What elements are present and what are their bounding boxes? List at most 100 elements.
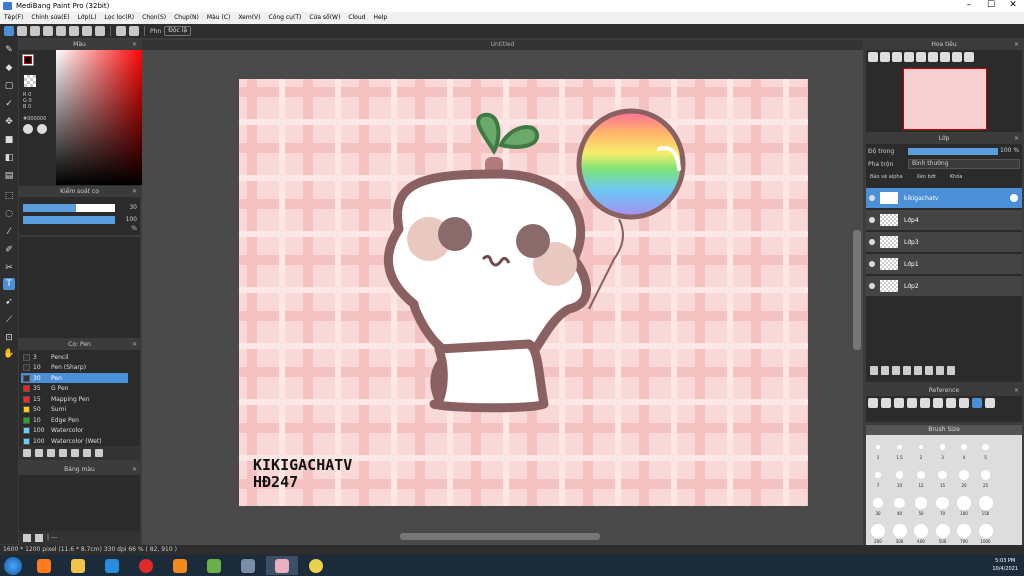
dot-tool-icon[interactable]: ▢ bbox=[3, 80, 15, 92]
new-halftone-layer-icon[interactable] bbox=[881, 365, 889, 375]
flip-icon[interactable] bbox=[952, 52, 962, 62]
brush-size-preset[interactable] bbox=[874, 471, 882, 479]
brush-size-preset[interactable] bbox=[876, 445, 880, 449]
layer-row[interactable]: Lớp3 bbox=[866, 232, 1022, 253]
brush-size-preset[interactable] bbox=[895, 471, 904, 479]
brush-size-slider[interactable] bbox=[23, 204, 115, 212]
palette-icon[interactable] bbox=[23, 124, 33, 134]
eyedropper-tool-icon[interactable]: ⟋ bbox=[3, 314, 15, 326]
brush-download-icon[interactable] bbox=[23, 449, 31, 457]
ref-open-icon[interactable] bbox=[881, 398, 891, 408]
brush-list-item[interactable]: 10 Edge Pen bbox=[21, 415, 128, 425]
maximize-icon[interactable]: ☐ bbox=[980, 0, 1002, 12]
select-tool-icon[interactable]: ⬚ bbox=[3, 190, 15, 202]
close-icon[interactable]: ✕ bbox=[1014, 40, 1019, 50]
brush-tool-icon[interactable]: ✎ bbox=[3, 44, 15, 56]
clipping-checkbox[interactable]: Xén bớt bbox=[917, 174, 936, 180]
open-icon[interactable] bbox=[30, 26, 40, 36]
menu-filter[interactable]: Lọc lọc(R) bbox=[100, 12, 138, 24]
blend-mode-select[interactable]: Bình thường bbox=[908, 159, 1020, 169]
brush-list-item[interactable]: 3 Pencil bbox=[21, 352, 128, 362]
transparent-color-swatch[interactable] bbox=[24, 75, 36, 87]
ruler-icon[interactable] bbox=[82, 26, 92, 36]
brush-size-preset[interactable] bbox=[978, 524, 993, 538]
layer-row[interactable]: kikigachatv bbox=[866, 188, 1022, 209]
lock-checkbox[interactable]: Khóa bbox=[950, 174, 963, 180]
eye-icon[interactable] bbox=[869, 239, 875, 245]
menu-window[interactable]: Cửa sổ(W) bbox=[305, 12, 344, 24]
brush-size-preset[interactable] bbox=[872, 497, 884, 509]
rotate-right-icon[interactable] bbox=[928, 52, 938, 62]
duplicate-layer-icon[interactable] bbox=[936, 365, 944, 375]
brush-size-preset[interactable] bbox=[980, 470, 991, 480]
close-icon[interactable]: ✕ bbox=[1014, 134, 1019, 144]
brush-size-preset[interactable] bbox=[918, 444, 924, 450]
select-eraser-icon[interactable]: ✂ bbox=[3, 262, 15, 274]
brush-size-preset[interactable] bbox=[894, 497, 905, 509]
close-icon[interactable]: ✕ bbox=[1002, 0, 1024, 12]
brush-list-item[interactable]: 35 G Pen bbox=[21, 384, 128, 394]
gradient-tool-icon[interactable]: ▤ bbox=[3, 170, 15, 182]
taskbar-chrome[interactable] bbox=[300, 556, 332, 575]
brush-size-preset[interactable] bbox=[939, 444, 946, 450]
brush-size-preset[interactable] bbox=[978, 496, 993, 510]
menu-layer[interactable]: Lớp(L) bbox=[74, 12, 101, 24]
add-icon[interactable] bbox=[23, 534, 31, 542]
reset-rotation-icon[interactable] bbox=[940, 52, 950, 62]
rotate-left-icon[interactable] bbox=[916, 52, 926, 62]
brush-size-preset[interactable] bbox=[935, 524, 950, 538]
brush-opacity-value[interactable]: 100 % bbox=[119, 215, 137, 232]
brush-size-preset[interactable] bbox=[961, 444, 967, 450]
eye-icon[interactable] bbox=[869, 217, 875, 223]
layer-row[interactable]: Lớp4 bbox=[866, 210, 1022, 231]
text-tool-icon[interactable]: T bbox=[3, 278, 15, 290]
zoom-out-icon[interactable] bbox=[880, 52, 890, 62]
menu-select[interactable]: Chọn(S) bbox=[138, 12, 170, 24]
brush-size-value[interactable]: 30 bbox=[119, 203, 137, 212]
navigator-thumbnail[interactable] bbox=[903, 68, 987, 130]
foreground-color-swatch[interactable] bbox=[22, 54, 34, 66]
brush-delete-icon[interactable] bbox=[95, 449, 103, 457]
horizontal-scrollbar[interactable] bbox=[400, 533, 600, 540]
lasso-tool-icon[interactable]: ◌ bbox=[3, 208, 15, 220]
layer-folder-icon[interactable] bbox=[914, 365, 922, 375]
new-layer-icon[interactable] bbox=[870, 365, 878, 375]
taskbar-app1[interactable] bbox=[198, 556, 230, 575]
brush-list-item[interactable]: 10 Pen (Sharp) bbox=[21, 363, 128, 373]
brush-opacity-slider[interactable] bbox=[23, 216, 115, 224]
view-icon[interactable] bbox=[964, 52, 974, 62]
close-icon[interactable]: ✕ bbox=[1014, 386, 1019, 396]
layer-row[interactable]: Lớp2 bbox=[866, 276, 1022, 297]
wand-tool-icon[interactable]: ⁄ bbox=[3, 226, 15, 238]
save-icon[interactable] bbox=[56, 26, 66, 36]
brush-list-item[interactable]: 50 Sumi bbox=[21, 405, 128, 415]
protect-alpha-checkbox[interactable]: Bảo vệ alpha bbox=[870, 174, 903, 180]
gear-icon[interactable] bbox=[1010, 194, 1018, 202]
fill-tool-icon[interactable]: ◧ bbox=[3, 152, 15, 164]
ref-fit-icon[interactable] bbox=[933, 398, 943, 408]
saturation-value-picker[interactable] bbox=[56, 50, 144, 185]
check-tool-icon[interactable]: ✓ bbox=[3, 98, 15, 110]
eye-icon[interactable] bbox=[869, 261, 875, 267]
stabilizer-button[interactable]: Độc lậ bbox=[164, 26, 192, 36]
select-pen-icon[interactable]: ✐ bbox=[3, 244, 15, 256]
menu-edit[interactable]: Chỉnh sửa(E) bbox=[27, 12, 73, 24]
menu-help[interactable]: Help bbox=[369, 12, 391, 24]
ref-eyedropper-icon[interactable] bbox=[959, 398, 969, 408]
merge-layer-icon[interactable] bbox=[925, 365, 933, 375]
hand-tool-icon[interactable]: ✋ bbox=[3, 348, 15, 360]
gear-icon[interactable] bbox=[37, 124, 47, 134]
menu-cloud[interactable]: Cloud bbox=[344, 12, 369, 24]
ref-hand-icon[interactable] bbox=[972, 398, 982, 408]
fit-icon[interactable] bbox=[892, 52, 902, 62]
ref-new-icon[interactable] bbox=[868, 398, 878, 408]
layer-opacity-slider[interactable] bbox=[908, 148, 998, 155]
taskbar-explorer[interactable] bbox=[62, 556, 94, 575]
grid-icon[interactable] bbox=[69, 26, 79, 36]
brush-size-preset[interactable] bbox=[957, 524, 971, 538]
new-color-layer-icon[interactable] bbox=[892, 365, 900, 375]
redo-icon[interactable] bbox=[129, 26, 139, 36]
brush-import-icon[interactable] bbox=[47, 449, 55, 457]
vertical-scrollbar[interactable] bbox=[853, 230, 861, 350]
layer-menu-icon[interactable] bbox=[903, 365, 911, 375]
